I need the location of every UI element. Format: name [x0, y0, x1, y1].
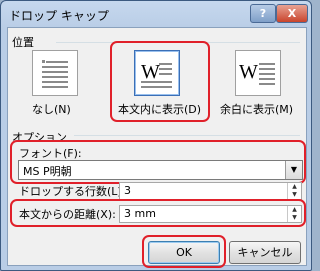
help-button[interactable]: ?	[250, 4, 276, 23]
position-margin-label: 余白に表示(M)	[220, 103, 294, 116]
highlight-position	[110, 41, 210, 122]
spin-up-icon[interactable]: ▲	[288, 183, 301, 191]
highlight-distance	[10, 199, 306, 227]
options-group-divider	[74, 135, 300, 136]
position-none-button[interactable]	[32, 50, 78, 96]
spin-down-icon[interactable]: ▼	[288, 191, 301, 199]
highlight-ok	[142, 235, 226, 268]
no-dropcap-icon	[42, 60, 68, 88]
position-group-label: 位置	[12, 36, 34, 49]
lines-value: 3	[124, 184, 131, 197]
title-bar: ドロップ キャップ ? X	[1, 1, 311, 27]
highlight-font	[10, 140, 306, 184]
drop-cap-dialog: ドロップ キャップ ? X 位置 なし(N) W 本文内に表示(D) W 余白に…	[0, 0, 312, 271]
lines-stepper[interactable]: 3 ▲ ▼	[119, 182, 302, 200]
in-margin-cap-icon: W	[239, 61, 275, 85]
position-margin-button[interactable]: W	[235, 50, 281, 96]
in-margin-cap-glyph: W	[239, 61, 258, 83]
cancel-button[interactable]: キャンセル	[229, 241, 301, 264]
lines-label: ドロップする行数(L):	[19, 185, 126, 198]
dialog-title: ドロップ キャップ	[9, 9, 109, 23]
dialog-body: 位置 なし(N) W 本文内に表示(D) W 余白に表示(M) オプション フォ…	[7, 27, 307, 268]
close-button[interactable]: X	[276, 4, 308, 23]
lines-spin-buttons[interactable]: ▲ ▼	[287, 183, 301, 199]
position-none-label: なし(N)	[32, 103, 71, 116]
